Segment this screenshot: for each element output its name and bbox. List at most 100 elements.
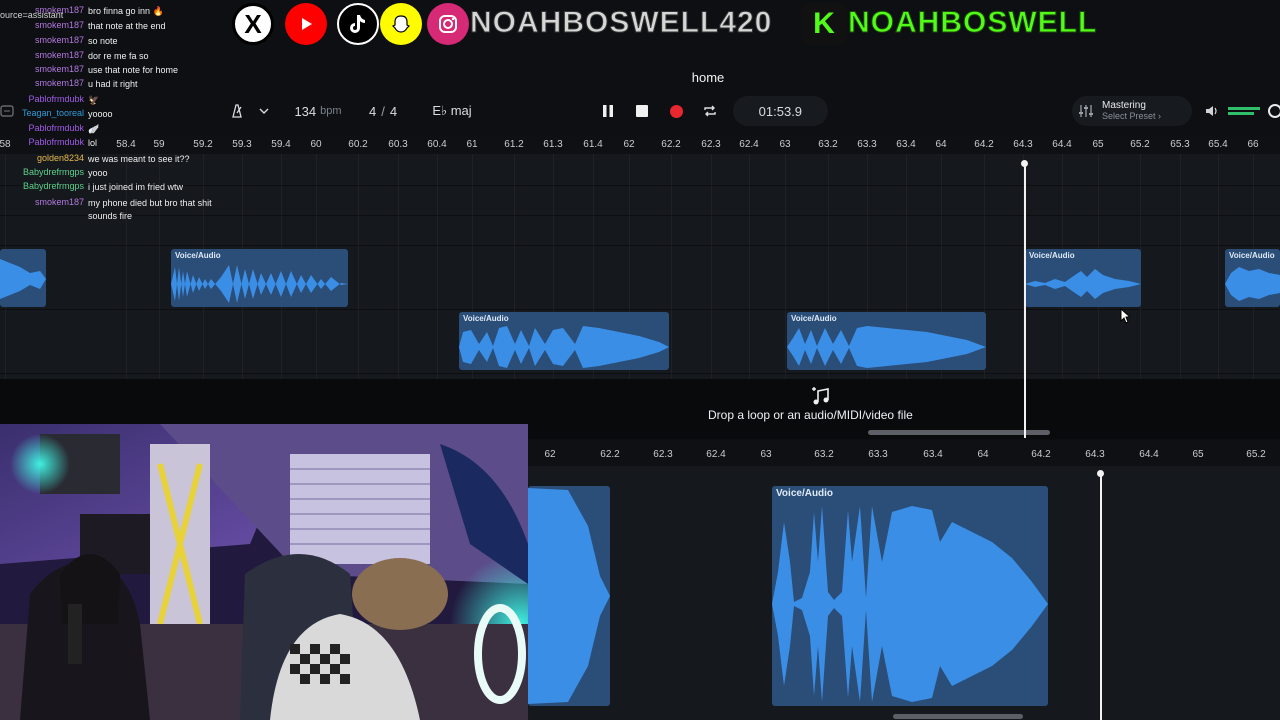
chat-message: golden8234 we was meant to see it??	[0, 153, 240, 166]
volume-knob[interactable]	[1268, 104, 1280, 118]
chat-username: Pablofrmdubk	[28, 137, 84, 147]
audio-clip[interactable]: Voice/Audio	[459, 312, 669, 370]
ruler-tick-label: 64	[977, 449, 989, 460]
ruler-tick-label: 64.2	[1031, 449, 1051, 460]
chat-username: golden8234	[36, 153, 84, 163]
ruler-tick-label: 63.4	[923, 449, 943, 460]
social-banner: X NOAHBOSWELL420 K NOAHBOSWELL	[230, 0, 1130, 48]
camera-icon	[439, 15, 457, 33]
kick-logo: K	[802, 3, 846, 45]
horizontal-scrollbar[interactable]	[868, 430, 1050, 435]
chat-text: u had it right	[88, 79, 138, 89]
ruler-tick-label: 65.3	[1170, 139, 1190, 150]
grid-line	[1218, 154, 1219, 379]
ruler-tick-label: 63.2	[814, 449, 834, 460]
play-icon	[302, 18, 312, 30]
chat-message: Teagan_tooreal yoooo	[0, 108, 240, 121]
speaker-icon	[1206, 106, 1217, 116]
ruler-tick-label: 63	[760, 449, 772, 460]
ruler-tick-label: 63	[779, 139, 791, 150]
loop-button[interactable]	[693, 104, 727, 118]
audio-clip[interactable]: Voice/Audio	[1025, 249, 1141, 307]
clip-label: Voice/Audio	[463, 314, 509, 323]
time-display[interactable]: 01:53.9	[732, 96, 828, 126]
mouse-cursor-icon	[1120, 308, 1130, 324]
kick-letter: K	[813, 7, 835, 40]
time-signature-field[interactable]: 4 / 4	[360, 104, 406, 119]
audio-clip[interactable]	[0, 249, 46, 307]
ruler-tick-label: 64.3	[1013, 139, 1033, 150]
ruler-tick-label: 65.2	[1246, 449, 1266, 460]
ruler-tick-label: 62.3	[653, 449, 673, 460]
sliders-icon	[1079, 105, 1093, 117]
chat-message: smokem187 dor re me fa so	[0, 50, 240, 63]
waveform	[0, 259, 46, 299]
waveform	[1025, 269, 1141, 299]
audio-clip[interactable]: Voice/Audio	[772, 486, 1048, 706]
audio-clip[interactable]: Voice/Audio	[1225, 249, 1280, 307]
clip-label: Voice/Audio	[175, 251, 221, 260]
transport-controls: 01:53.9	[592, 96, 828, 126]
chat-username: smokem187	[34, 78, 84, 88]
chat-overlay: smokem187 bro finna go inn 🔥 smokem187 that…	[0, 0, 240, 230]
audio-clip[interactable]	[528, 486, 610, 706]
grid-line	[437, 154, 438, 379]
ruler-tick-label: 65	[1092, 139, 1104, 150]
ghost-icon	[391, 15, 411, 33]
pause-button[interactable]	[592, 104, 624, 118]
clip-label: Voice/Audio	[776, 488, 834, 499]
audio-clip[interactable]: Voice/Audio	[171, 249, 348, 307]
x-letter: X	[244, 8, 262, 39]
time-value: 01:53.9	[758, 103, 803, 119]
ruler-tick-label: 65.2	[1130, 139, 1150, 150]
stop-button[interactable]	[624, 105, 660, 117]
playhead[interactable]	[1100, 474, 1102, 720]
chat-text: that note at the end	[88, 21, 166, 31]
ruler-tick-label: 61.3	[543, 139, 563, 150]
chat-text: so note	[88, 36, 118, 46]
record-icon	[669, 104, 683, 118]
ruler-tick-label: 63.2	[818, 139, 838, 150]
audio-clip[interactable]: Voice/Audio	[787, 312, 986, 370]
grid-line	[749, 154, 750, 379]
waveform	[1225, 267, 1280, 301]
ruler-tick-label: 66	[1247, 139, 1259, 150]
horizontal-scrollbar[interactable]	[893, 714, 1023, 719]
zoomed-ruler[interactable]: 62 62.2 62.3 62.4 63 63.2 63.3 63.4 64 64.2 64.3 64…	[528, 446, 1280, 464]
volume-button[interactable]	[1200, 105, 1224, 117]
waveform	[772, 506, 1048, 702]
volume-meter-right	[1228, 112, 1254, 115]
music-note-plus-icon	[812, 387, 829, 405]
chat-username: smokem187	[34, 50, 84, 60]
playhead[interactable]	[1024, 164, 1026, 438]
ruler-tick-label: 62	[544, 449, 556, 460]
grid-line	[398, 154, 399, 379]
time-sig-bottom: 4	[389, 103, 398, 119]
grid-line	[711, 154, 712, 379]
ruler-tick-label: 63.4	[896, 139, 916, 150]
key-field[interactable]: E♭ maj	[424, 103, 480, 119]
chevron-down-icon	[259, 108, 269, 114]
ruler-tick-label: 64.4	[1052, 139, 1072, 150]
chat-username: smokem187	[34, 20, 84, 30]
chat-text: my phone died but bro that shit sounds f…	[88, 198, 212, 221]
ruler-tick-label: 65.4	[1208, 139, 1228, 150]
ruler-tick-label: 64.4	[1139, 449, 1159, 460]
chat-username: Teagan_tooreal	[21, 108, 84, 118]
mastering-button[interactable]: Mastering Select Preset ›	[1072, 96, 1192, 126]
waveform	[787, 326, 986, 368]
record-button[interactable]	[659, 104, 693, 118]
clip-label: Voice/Audio	[1229, 251, 1275, 260]
tiktok-icon	[337, 3, 379, 45]
metronome-dropdown[interactable]	[252, 106, 276, 116]
ruler-tick-label: 62.4	[739, 139, 759, 150]
ruler-tick-label: 63.3	[868, 449, 888, 460]
social-handle: NOAHBOSWELL420	[469, 6, 773, 40]
drop-zone-label: Drop a loop or an audio/MIDI/video file	[708, 408, 913, 422]
chat-username: smokem187	[34, 35, 84, 45]
tempo-field[interactable]: 134 bpm	[286, 104, 350, 119]
chat-username: smokem187	[34, 5, 84, 15]
master-volume-slider[interactable]	[1228, 104, 1280, 118]
ruler-tick-label: 64	[935, 139, 947, 150]
right-toolbar: Mastering Select Preset ›	[1072, 96, 1280, 126]
